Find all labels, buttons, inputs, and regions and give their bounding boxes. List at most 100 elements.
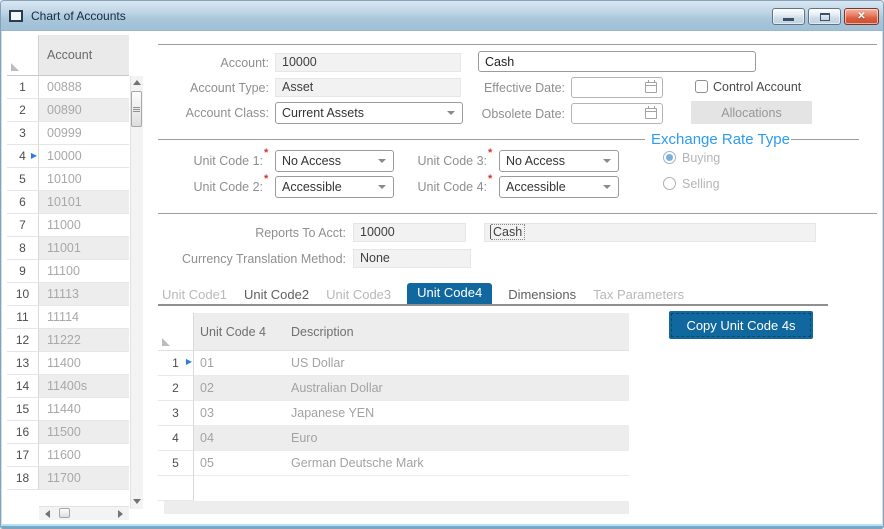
account-cell: 11100 xyxy=(39,260,129,283)
tab-tax-parameters[interactable]: Tax Parameters xyxy=(592,286,685,304)
selling-radio[interactable] xyxy=(663,177,676,190)
select-all-corner-icon xyxy=(11,63,19,71)
account-row[interactable]: 9 11100 xyxy=(7,260,129,283)
account-cell: 11114 xyxy=(39,306,129,329)
unit-code-4-column-header[interactable]: Unit Code 4 xyxy=(200,313,266,351)
horizontal-scrollbar-thumb[interactable] xyxy=(59,508,70,518)
account-row[interactable]: 2 00890 xyxy=(7,99,129,122)
account-row[interactable]: 3 00999 xyxy=(7,122,129,145)
unit-code-1-dropdown[interactable]: No Access xyxy=(275,150,394,172)
unit-code-2-dropdown[interactable]: Accessible xyxy=(275,176,394,198)
account-row[interactable]: 7 11000 xyxy=(7,214,129,237)
account-row[interactable]: 4▶ 10000 xyxy=(7,145,129,168)
tab-unit-code2[interactable]: Unit Code2 xyxy=(243,286,310,304)
account-row[interactable]: 16 11500 xyxy=(7,421,129,444)
required-asterisk: * xyxy=(488,147,492,159)
calendar-icon[interactable] xyxy=(645,108,657,119)
account-row[interactable]: 1 00888 xyxy=(7,76,129,99)
account-class-dropdown[interactable]: Current Assets xyxy=(275,102,463,124)
selected-row-arrow-icon: ▶ xyxy=(186,351,192,373)
account-row[interactable]: 10 11113 xyxy=(7,283,129,306)
unit-code4-row[interactable]: 4 04 Euro xyxy=(158,426,629,451)
row-number-cell: 18 xyxy=(7,467,39,490)
minimize-button[interactable] xyxy=(772,8,805,25)
close-button[interactable]: ✕ xyxy=(844,8,879,25)
unit-code-cell: 03 xyxy=(194,401,289,425)
account-row[interactable]: 15 11440 xyxy=(7,398,129,421)
unit-code4-row[interactable]: 3 03 Japanese YEN xyxy=(158,401,629,426)
row-number-cell: 4▶ xyxy=(7,145,39,168)
account-class-label: Account Class: xyxy=(158,103,269,123)
tab-unit-code1[interactable]: Unit Code1 xyxy=(161,286,228,304)
scroll-down-button[interactable] xyxy=(130,495,143,508)
unit-code-cell: 04 xyxy=(194,426,289,450)
obsolete-date-label: Obsolete Date: xyxy=(457,104,565,124)
calendar-icon[interactable] xyxy=(645,82,657,93)
window-controls: ✕ xyxy=(772,8,879,25)
account-cell: 11600 xyxy=(39,444,129,467)
required-asterisk: * xyxy=(264,147,268,159)
unit-code4-row[interactable]: 2 02 Australian Dollar xyxy=(158,376,629,401)
account-row[interactable]: 13 11400 xyxy=(7,352,129,375)
reports-to-acct-field: 10000 xyxy=(353,223,466,242)
scroll-right-button[interactable] xyxy=(114,507,127,520)
account-row[interactable]: 5 10100 xyxy=(7,168,129,191)
window-title: Chart of Accounts xyxy=(31,9,126,23)
vertical-scrollbar-thumb[interactable] xyxy=(131,91,142,127)
account-row[interactable]: 14 11400s xyxy=(7,375,129,398)
account-row[interactable]: 18 11700 xyxy=(7,467,129,490)
effective-date-label: Effective Date: xyxy=(457,78,565,98)
row-number-cell: 12 xyxy=(7,329,39,352)
tab-unit-code3[interactable]: Unit Code3 xyxy=(325,286,392,304)
control-account-label: Control Account xyxy=(713,77,803,97)
chevron-down-icon xyxy=(447,111,455,115)
arrow-up-icon xyxy=(133,80,141,85)
accounts-grid-column-header[interactable]: Account xyxy=(39,35,129,76)
scroll-left-button[interactable] xyxy=(41,507,54,520)
description-column-header[interactable]: Description xyxy=(291,313,354,351)
tab-unit-code4[interactable]: Unit Code4 xyxy=(407,283,492,304)
reports-to-acct-label: Reports To Acct: xyxy=(158,223,346,243)
buying-radio-label: Buying xyxy=(682,150,720,166)
maximize-button[interactable] xyxy=(808,8,841,25)
account-row[interactable]: 6 10101 xyxy=(7,191,129,214)
arrow-left-icon xyxy=(45,510,50,518)
unit-code-1-value: No Access xyxy=(282,154,341,168)
account-row[interactable]: 12 11222 xyxy=(7,329,129,352)
row-number-cell: 3 xyxy=(158,401,194,426)
copy-unit-code-4s-button[interactable]: Copy Unit Code 4s xyxy=(669,311,813,339)
buying-radio[interactable] xyxy=(663,151,676,164)
account-row[interactable]: 11 11114 xyxy=(7,306,129,329)
required-asterisk: * xyxy=(488,173,492,185)
row-number-cell: 5 xyxy=(158,451,194,476)
account-name-input[interactable] xyxy=(478,51,756,72)
currency-translation-method-label: Currency Translation Method: xyxy=(158,249,346,269)
account-row[interactable]: 8 11001 xyxy=(7,237,129,260)
control-account-checkbox[interactable] xyxy=(695,80,708,93)
unit-code-4-dropdown[interactable]: Accessible xyxy=(499,176,619,198)
scrollbar-grip-icon xyxy=(133,109,140,110)
unit-code-3-dropdown[interactable]: No Access xyxy=(499,150,619,172)
accounts-grid-corner-cell[interactable] xyxy=(7,35,39,76)
account-cell: 10101 xyxy=(39,191,129,214)
tab-dimensions[interactable]: Dimensions xyxy=(507,286,577,304)
scroll-up-button[interactable] xyxy=(130,76,143,89)
row-number-cell: 9 xyxy=(7,260,39,283)
reports-to-description: Cash xyxy=(491,224,525,240)
row-number-cell: 17 xyxy=(7,444,39,467)
unit-code4-row[interactable]: 1▶ 01 US Dollar xyxy=(158,351,629,376)
account-cell: 11222 xyxy=(39,329,129,352)
allocations-button[interactable]: Allocations xyxy=(691,101,812,124)
account-cell: 00999 xyxy=(39,122,129,145)
arrow-right-icon xyxy=(118,510,123,518)
account-type-field: Asset xyxy=(275,78,461,97)
exchange-rate-type-title: Exchange Rate Type xyxy=(651,131,790,148)
account-row[interactable]: 17 11600 xyxy=(7,444,129,467)
account-cell: 10100 xyxy=(39,168,129,191)
accounts-grid-vertical-scrollbar[interactable] xyxy=(130,76,143,509)
chevron-down-icon xyxy=(603,185,611,189)
unit-table-corner-cell[interactable] xyxy=(158,313,194,351)
account-type-label: Account Type: xyxy=(158,78,269,98)
row-number-cell: 10 xyxy=(7,283,39,306)
unit-code4-row[interactable]: 5 05 German Deutsche Mark xyxy=(158,451,629,476)
